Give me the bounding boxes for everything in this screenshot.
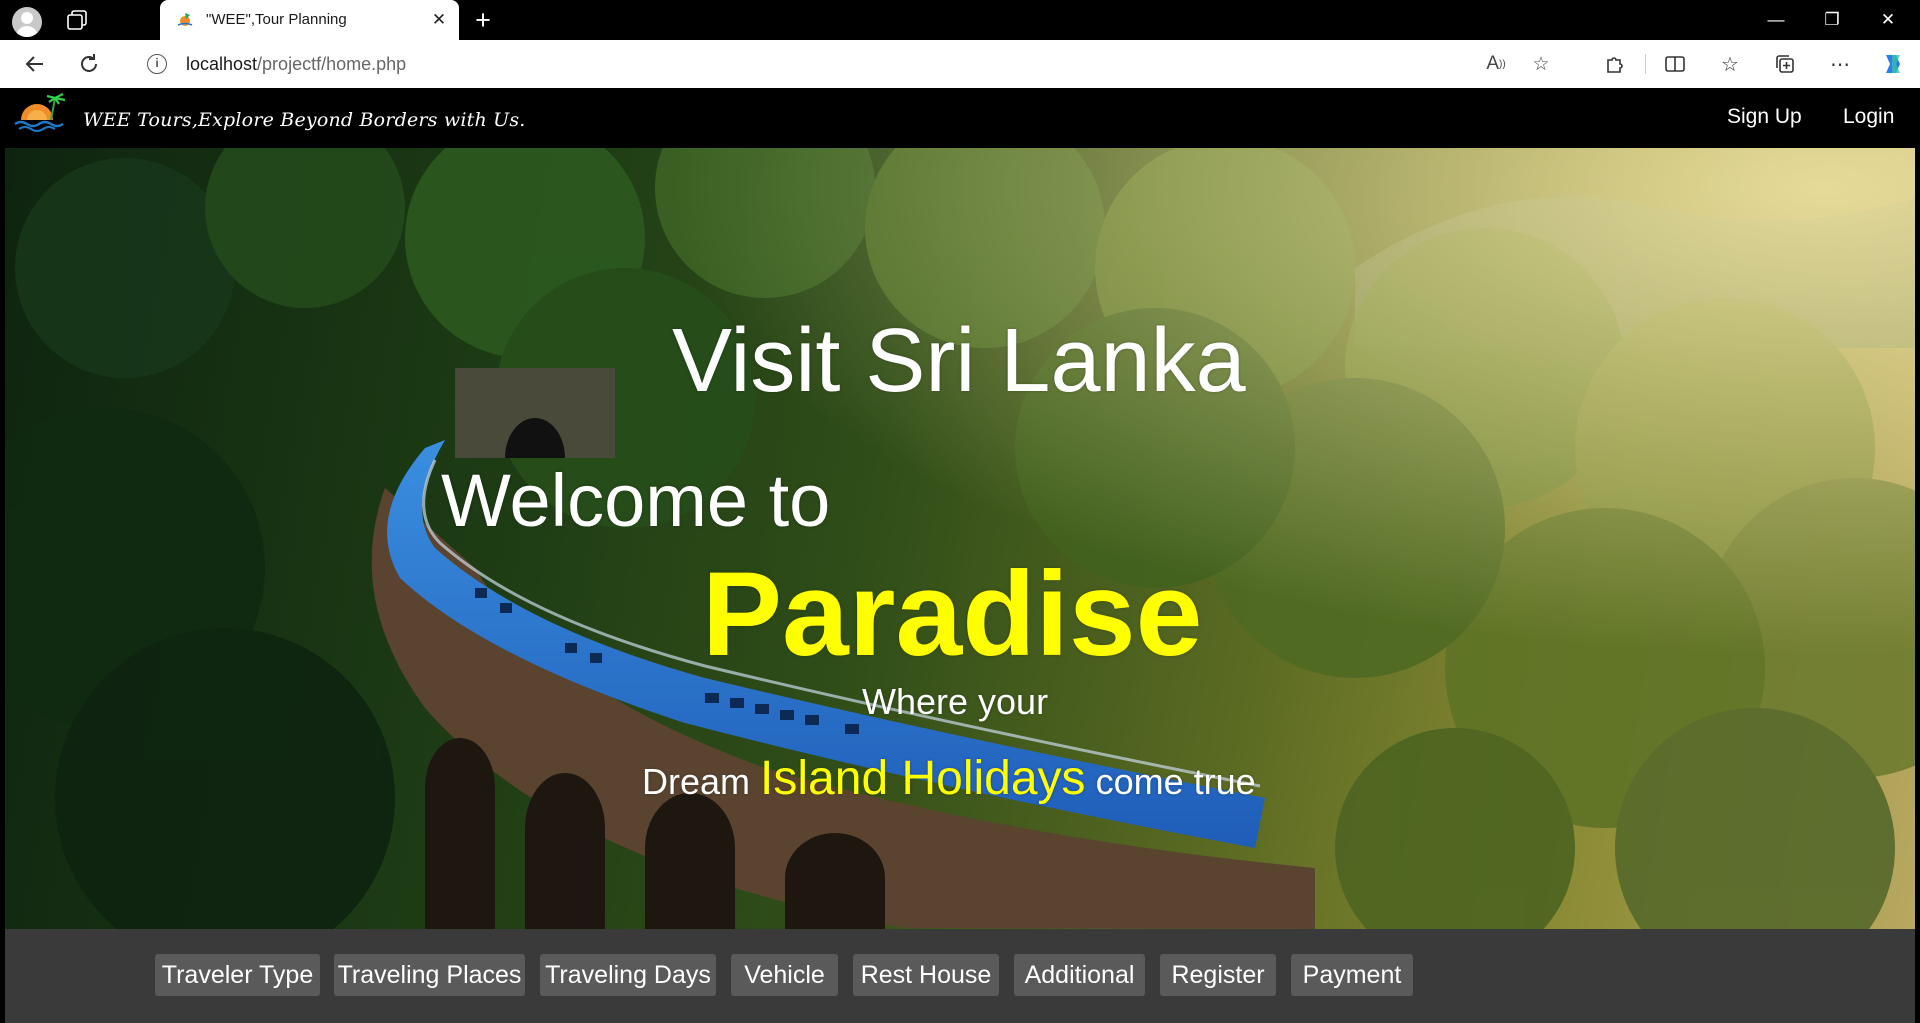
planning-menu-bar: Traveler Type Traveling Places Traveling… xyxy=(5,929,1915,1023)
toolbar-separator xyxy=(1645,54,1646,74)
hero-dream-line: Dream Island Holidays come true xyxy=(642,752,1256,805)
site-header: WEE Tours,Explore Beyond Borders with Us… xyxy=(5,88,1915,148)
hero-banner: Visit Sri Lanka Welcome to Paradise Wher… xyxy=(5,148,1915,929)
refresh-icon[interactable] xyxy=(74,49,104,79)
split-screen-icon[interactable] xyxy=(1660,49,1690,79)
more-options-icon[interactable]: ⋯ xyxy=(1825,49,1855,79)
hero-background-image xyxy=(5,148,1915,929)
favorites-icon[interactable]: ☆ xyxy=(1715,49,1745,79)
hero-welcome: Welcome to xyxy=(441,459,831,542)
vehicle-button[interactable]: Vehicle xyxy=(731,954,838,996)
address-bar[interactable]: i localhost/projectf/home.php A)) ☆ xyxy=(125,44,1580,84)
browser-toolbar: i localhost/projectf/home.php A)) ☆ ☆ ⋯ xyxy=(0,40,1920,88)
tab-title: "WEE",Tour Planning xyxy=(206,11,347,28)
browser-tab-active[interactable]: "WEE",Tour Planning ✕ xyxy=(160,0,459,40)
minimize-icon[interactable]: — xyxy=(1748,0,1804,40)
site-tagline: WEE Tours,Explore Beyond Borders with Us… xyxy=(83,109,526,131)
site-logo[interactable] xyxy=(11,90,79,134)
url-text[interactable]: localhost/projectf/home.php xyxy=(186,54,406,75)
rest-house-button[interactable]: Rest House xyxy=(853,954,999,996)
favorite-star-icon[interactable]: ☆ xyxy=(1527,50,1555,78)
hero-title: Visit Sri Lanka xyxy=(672,311,1246,411)
new-tab-icon[interactable]: + xyxy=(468,5,498,35)
payment-button[interactable]: Payment xyxy=(1291,954,1413,996)
extensions-icon[interactable] xyxy=(1600,49,1630,79)
workspaces-icon[interactable] xyxy=(66,9,88,31)
read-aloud-icon[interactable]: A)) xyxy=(1482,50,1510,78)
restore-icon[interactable]: ❐ xyxy=(1804,0,1860,40)
traveling-places-button[interactable]: Traveling Places xyxy=(334,954,525,996)
collections-icon[interactable] xyxy=(1770,49,1800,79)
site-info-icon[interactable]: i xyxy=(147,54,167,74)
traveler-type-button[interactable]: Traveler Type xyxy=(155,954,320,996)
traveling-days-button[interactable]: Traveling Days xyxy=(540,954,716,996)
copilot-icon[interactable] xyxy=(1878,49,1908,79)
signup-link[interactable]: Sign Up xyxy=(1727,105,1802,129)
site-favicon-icon xyxy=(177,13,193,26)
hero-where: Where your xyxy=(862,681,1049,722)
browser-tab-bar: "WEE",Tour Planning ✕ + — ❐ ✕ xyxy=(0,0,1920,40)
profile-avatar-icon[interactable] xyxy=(12,7,42,37)
login-link[interactable]: Login xyxy=(1843,105,1894,129)
tab-close-icon[interactable]: ✕ xyxy=(426,7,452,33)
hero-dream-highlight: Island Holidays xyxy=(760,752,1086,805)
additional-button[interactable]: Additional xyxy=(1014,954,1145,996)
register-button[interactable]: Register xyxy=(1160,954,1276,996)
close-window-icon[interactable]: ✕ xyxy=(1860,0,1916,40)
back-icon[interactable] xyxy=(20,49,50,79)
hero-paradise: Paradise xyxy=(702,547,1203,681)
web-page: WEE Tours,Explore Beyond Borders with Us… xyxy=(5,88,1915,1023)
